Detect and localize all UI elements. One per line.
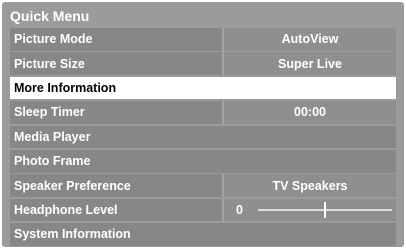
menu-item-label: Picture Mode (14, 32, 93, 47)
picture-size-value[interactable]: Super Live (222, 52, 396, 75)
menu-item-label: Photo Frame (14, 154, 91, 169)
menu-item-more-information[interactable]: More Information (10, 76, 396, 100)
menu-item-speaker-preference[interactable]: Speaker Preference TV Speakers (10, 174, 396, 197)
menu-item-sleep-timer[interactable]: Sleep Timer 00:00 (10, 101, 396, 124)
menu-item-photo-frame[interactable]: Photo Frame (10, 149, 396, 173)
speaker-preference-value[interactable]: TV Speakers (222, 174, 396, 197)
slider-thumb[interactable] (323, 202, 326, 219)
menu-item-label: Media Player (14, 129, 91, 144)
menu-item-label: Sleep Timer (14, 105, 85, 120)
menu-item-picture-size[interactable]: Picture Size Super Live (10, 52, 396, 75)
menu-item-label: System Information (14, 227, 131, 242)
menu-title: Quick Menu (10, 8, 90, 24)
menu-item-system-information[interactable]: System Information (10, 223, 396, 246)
menu-item-label: Speaker Preference (14, 178, 131, 193)
menu-item-label: Headphone Level (14, 203, 118, 218)
menu-item-headphone-level[interactable]: Headphone Level 0 (10, 198, 396, 222)
menu-list: Picture Mode AutoView Picture Size Super… (10, 28, 396, 248)
sleep-timer-value[interactable]: 00:00 (222, 101, 396, 124)
slider-track[interactable] (258, 202, 392, 219)
quick-menu-panel: Quick Menu Picture Mode AutoView Picture… (2, 2, 404, 247)
menu-item-label: More Information (14, 81, 117, 96)
headphone-level-slider[interactable]: 0 (222, 198, 396, 222)
menu-item-picture-mode[interactable]: Picture Mode AutoView (10, 28, 396, 51)
menu-item-label: Picture Size (14, 56, 85, 71)
menu-item-media-player[interactable]: Media Player (10, 125, 396, 149)
picture-mode-value[interactable]: AutoView (222, 28, 396, 51)
headphone-level-value: 0 (236, 203, 243, 218)
